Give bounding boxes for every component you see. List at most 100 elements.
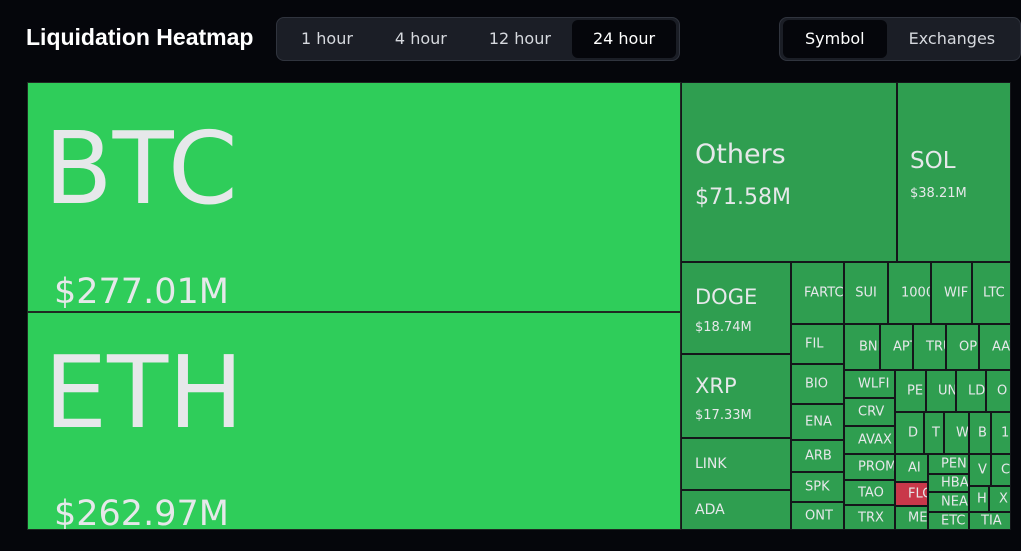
tab-12-hour[interactable]: 12 hour bbox=[468, 20, 572, 58]
tile-fil-symbol: FIL bbox=[805, 336, 824, 352]
tile-aave[interactable]: AAVE bbox=[979, 324, 1011, 370]
tile-v-symbol: V bbox=[978, 462, 987, 478]
tile-1[interactable]: 1 bbox=[991, 412, 1011, 454]
tile-ltc[interactable]: LTC bbox=[972, 262, 1011, 324]
tile-me[interactable]: ME bbox=[895, 506, 928, 530]
tile-hba[interactable]: HBA bbox=[928, 474, 969, 492]
tile-h[interactable]: H bbox=[969, 486, 989, 512]
tile-b[interactable]: B bbox=[969, 412, 991, 454]
tile-crv[interactable]: CRV bbox=[844, 398, 895, 426]
tile-sol[interactable]: SOL $38.21M bbox=[897, 82, 1011, 262]
tile-fil[interactable]: FIL bbox=[791, 324, 844, 364]
tile-x[interactable]: X bbox=[989, 486, 1011, 512]
page-title: Liquidation Heatmap bbox=[26, 24, 254, 50]
tab-1-hour[interactable]: 1 hour bbox=[280, 20, 374, 58]
view-mode-selector: Symbol Exchanges bbox=[779, 17, 1021, 61]
tile-pen[interactable]: PEN bbox=[928, 454, 969, 474]
tile-wif[interactable]: WIF bbox=[931, 262, 972, 324]
tile-ai-symbol: AI bbox=[908, 460, 921, 476]
tile-ai[interactable]: AI bbox=[895, 454, 928, 482]
tile-ada-symbol: ADA bbox=[695, 502, 725, 518]
tile-ena[interactable]: ENA bbox=[791, 404, 844, 440]
tile-ena-symbol: ENA bbox=[805, 414, 832, 430]
tile-etc[interactable]: ETC bbox=[928, 512, 969, 530]
tile-hba-symbol: HBA bbox=[941, 475, 969, 491]
tile-wif-symbol: WIF bbox=[944, 285, 969, 301]
tile-op-symbol: OP bbox=[959, 339, 978, 355]
tile-trx-symbol: TRX bbox=[858, 510, 884, 525]
tile-h-symbol: H bbox=[977, 491, 987, 507]
tile-c-symbol: C bbox=[1001, 462, 1011, 478]
tile-bnb-symbol: BNB bbox=[859, 339, 879, 355]
tile-ldo-symbol: LDO bbox=[968, 383, 986, 399]
tile-others-value: $71.58M bbox=[695, 185, 791, 210]
tile-tia[interactable]: TIA bbox=[969, 512, 1011, 530]
tile-ldo[interactable]: LDO bbox=[956, 370, 986, 412]
tile-1-symbol: 1 bbox=[1001, 425, 1010, 441]
tile-sui[interactable]: SUI bbox=[844, 262, 888, 324]
tab-24-hour[interactable]: 24 hour bbox=[571, 20, 677, 58]
tile-prom-symbol: PROM bbox=[858, 459, 895, 475]
tile-pe-symbol: PE bbox=[907, 383, 924, 399]
tile-t[interactable]: T bbox=[924, 412, 944, 454]
tile-fartcoin-symbol: FARTCOIN bbox=[804, 285, 844, 301]
time-range-selector: 1 hour 4 hour 12 hour 24 hour bbox=[276, 17, 681, 61]
tile-ltc-symbol: LTC bbox=[983, 285, 1005, 301]
tile-w-symbol: W bbox=[956, 425, 969, 441]
tile-xrp[interactable]: XRP $17.33M bbox=[681, 354, 791, 438]
tile-w[interactable]: W bbox=[944, 412, 969, 454]
tile-c[interactable]: C bbox=[991, 454, 1011, 486]
tile-link[interactable]: LINK bbox=[681, 438, 791, 490]
tab-exchanges[interactable]: Exchanges bbox=[887, 20, 1018, 58]
tile-bnb[interactable]: BNB bbox=[844, 324, 880, 370]
tile-ada[interactable]: ADA bbox=[681, 490, 791, 530]
tile-trump[interactable]: TRUMP bbox=[913, 324, 946, 370]
tile-eth[interactable]: ETH $262.97M bbox=[27, 312, 681, 530]
tile-flo[interactable]: FLO bbox=[895, 482, 928, 506]
tile-prom[interactable]: PROM bbox=[844, 454, 895, 480]
tile-others-symbol: Others bbox=[695, 139, 786, 170]
tile-xrp-symbol: XRP bbox=[695, 374, 737, 398]
tile-o-symbol: O bbox=[997, 383, 1008, 399]
tile-sui-symbol: SUI bbox=[855, 285, 877, 301]
tile-arb[interactable]: ARB bbox=[791, 440, 844, 472]
tile-etc-symbol: ETC bbox=[941, 513, 966, 529]
tile-trx[interactable]: TRX bbox=[844, 505, 895, 530]
tile-uni[interactable]: UNI bbox=[926, 370, 956, 412]
tile-nea-symbol: NEA bbox=[941, 494, 968, 510]
tile-btc-value: $277.01M bbox=[54, 272, 229, 312]
tile-avax[interactable]: AVAX bbox=[844, 426, 895, 454]
tile-b-symbol: B bbox=[978, 425, 987, 441]
tile-tia-symbol: TIA bbox=[981, 513, 1002, 529]
tile-o[interactable]: O bbox=[986, 370, 1011, 412]
tile-wlfi[interactable]: WLFI bbox=[844, 370, 895, 398]
tile-op[interactable]: OP bbox=[946, 324, 979, 370]
tile-btc[interactable]: BTC $277.01M bbox=[27, 82, 681, 312]
tile-spk-symbol: SPK bbox=[805, 479, 830, 495]
tile-spk[interactable]: SPK bbox=[791, 472, 844, 502]
tile-wlfi-symbol: WLFI bbox=[858, 376, 890, 392]
tile-eth-value: $262.97M bbox=[54, 494, 229, 530]
tile-arb-symbol: ARB bbox=[805, 448, 832, 464]
tab-4-hour[interactable]: 4 hour bbox=[374, 20, 468, 58]
tile-1000pepe-symbol: 1000PEPE bbox=[901, 285, 931, 301]
tile-d[interactable]: D bbox=[895, 412, 924, 454]
tile-tao[interactable]: TAO bbox=[844, 480, 895, 505]
tile-v[interactable]: V bbox=[969, 454, 991, 486]
tile-me-symbol: ME bbox=[908, 510, 928, 526]
tile-others[interactable]: Others $71.58M bbox=[681, 82, 897, 262]
tile-fartcoin[interactable]: FARTCOIN bbox=[791, 262, 844, 324]
tile-apt[interactable]: APT bbox=[880, 324, 913, 370]
tab-symbol[interactable]: Symbol bbox=[783, 20, 887, 58]
tile-bio[interactable]: BIO bbox=[791, 364, 844, 404]
tile-ont-symbol: ONT bbox=[805, 508, 833, 524]
tile-tao-symbol: TAO bbox=[858, 485, 884, 500]
tile-sol-value: $38.21M bbox=[910, 186, 967, 201]
tile-ont[interactable]: ONT bbox=[791, 502, 844, 530]
tile-sol-symbol: SOL bbox=[910, 148, 956, 174]
tile-pe[interactable]: PE bbox=[895, 370, 926, 412]
tile-doge[interactable]: DOGE $18.74M bbox=[681, 262, 791, 354]
tile-nea[interactable]: NEA bbox=[928, 492, 969, 512]
liquidation-heatmap: BTC $277.01M ETH $262.97M Others $71.58M… bbox=[27, 82, 1011, 530]
tile-1000pepe[interactable]: 1000PEPE bbox=[888, 262, 931, 324]
